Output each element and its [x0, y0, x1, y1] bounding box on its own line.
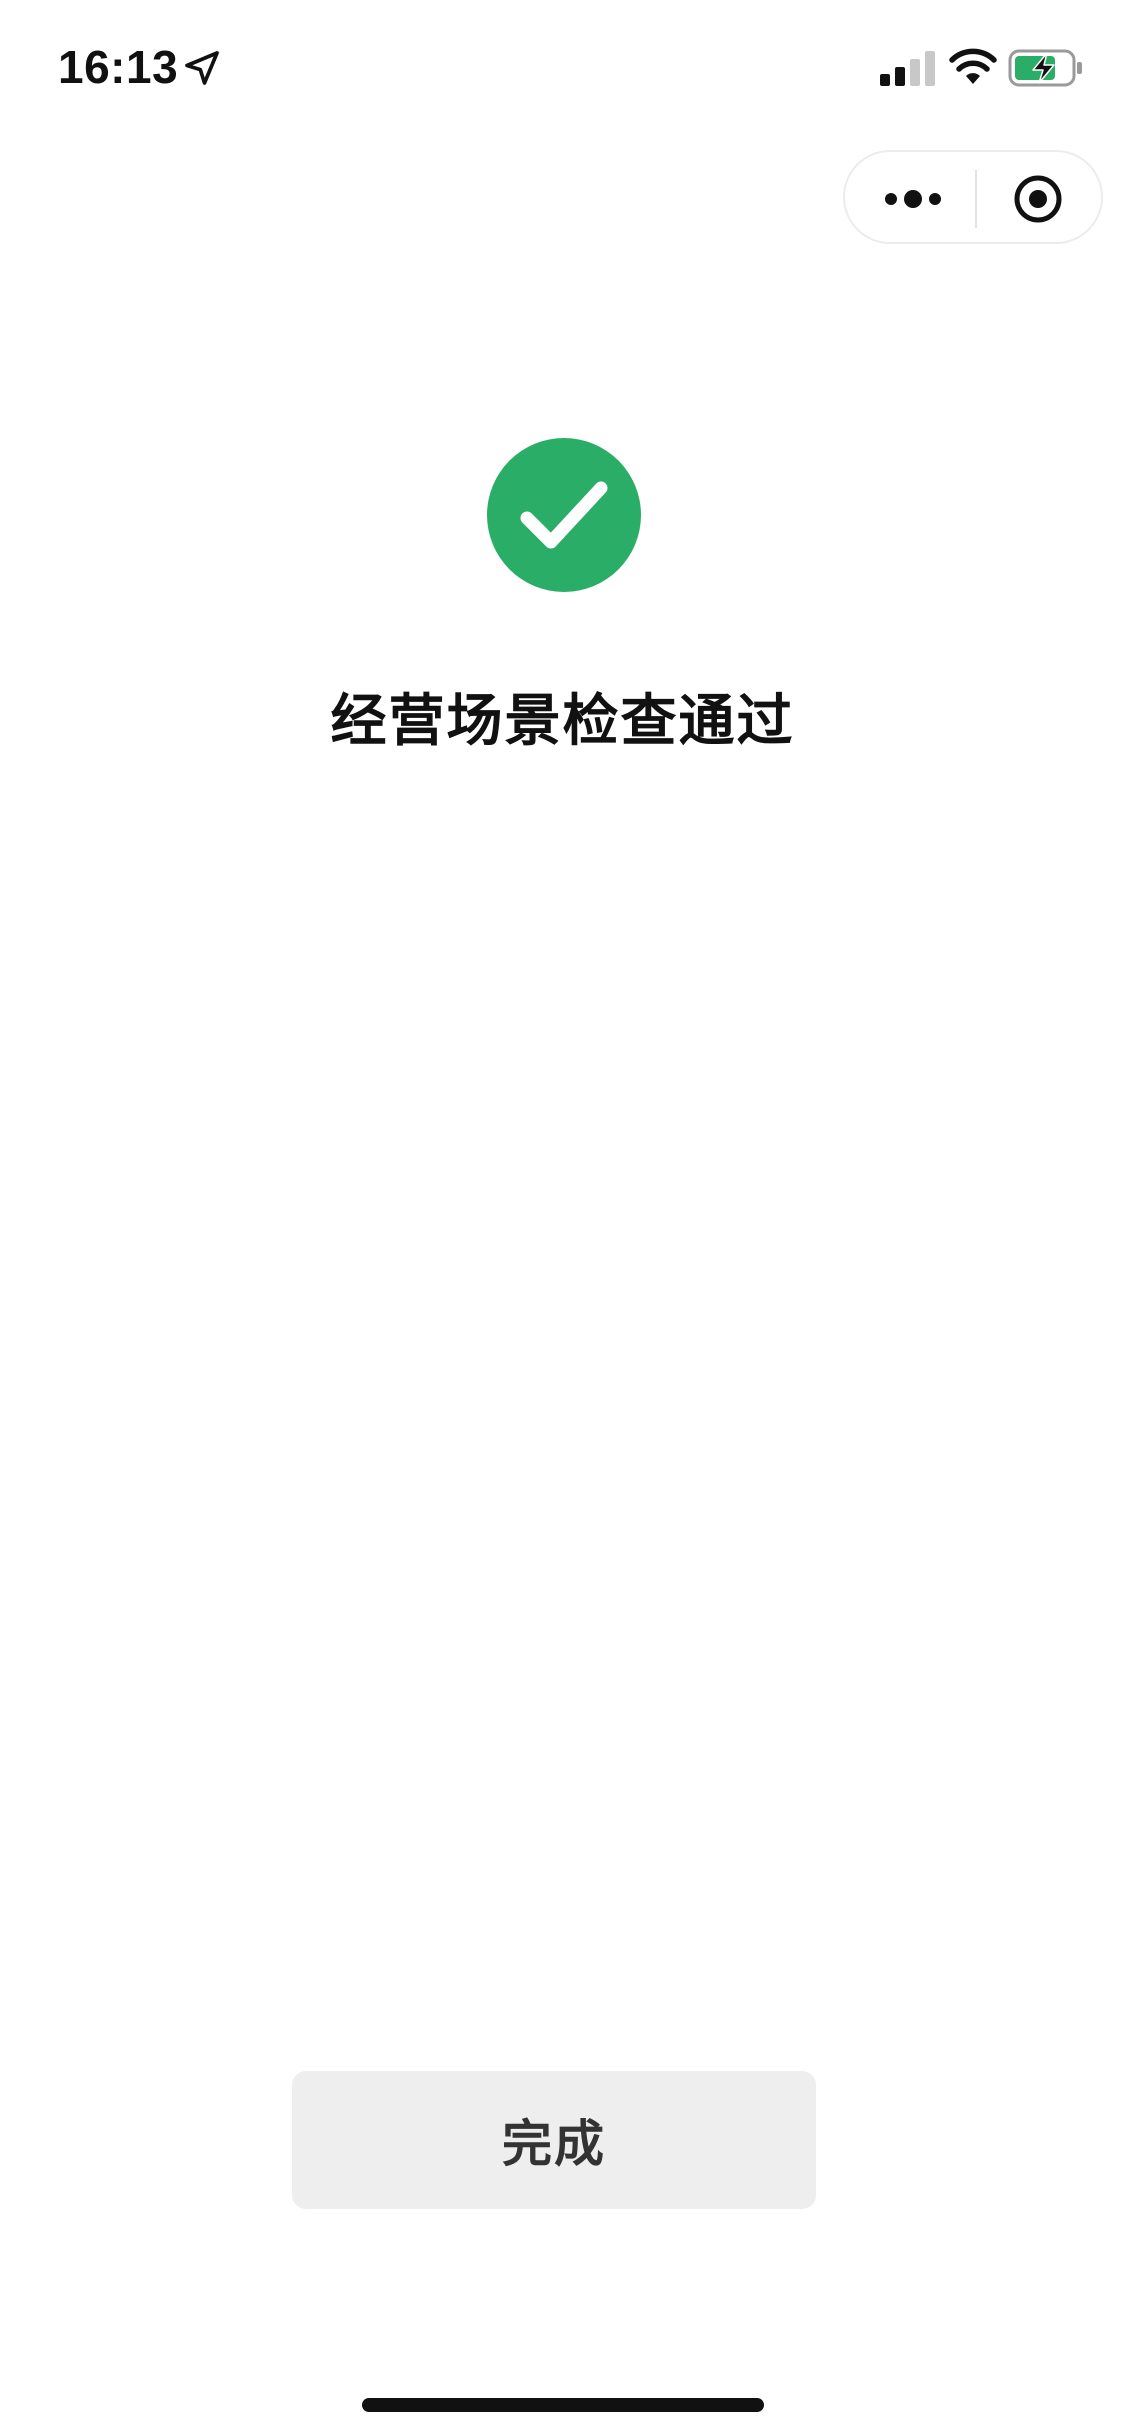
mini-program-capsule — [843, 150, 1103, 244]
close-mini-program-icon[interactable] — [1013, 174, 1063, 224]
wifi-icon — [949, 48, 997, 84]
status-time: 16:13 — [58, 41, 179, 93]
result-title: 经营场景检查通过 — [330, 689, 795, 754]
capsule-divider — [975, 170, 977, 228]
status-bar: 16:13 — [0, 0, 1125, 140]
home-indicator[interactable] — [362, 2398, 764, 2412]
signal-icon — [880, 51, 935, 86]
done-button[interactable]: 完成 — [292, 2071, 816, 2209]
more-icon[interactable] — [881, 179, 945, 219]
battery-charging-icon — [1008, 49, 1082, 87]
location-arrow-icon — [185, 51, 219, 85]
success-check-icon — [487, 438, 641, 592]
